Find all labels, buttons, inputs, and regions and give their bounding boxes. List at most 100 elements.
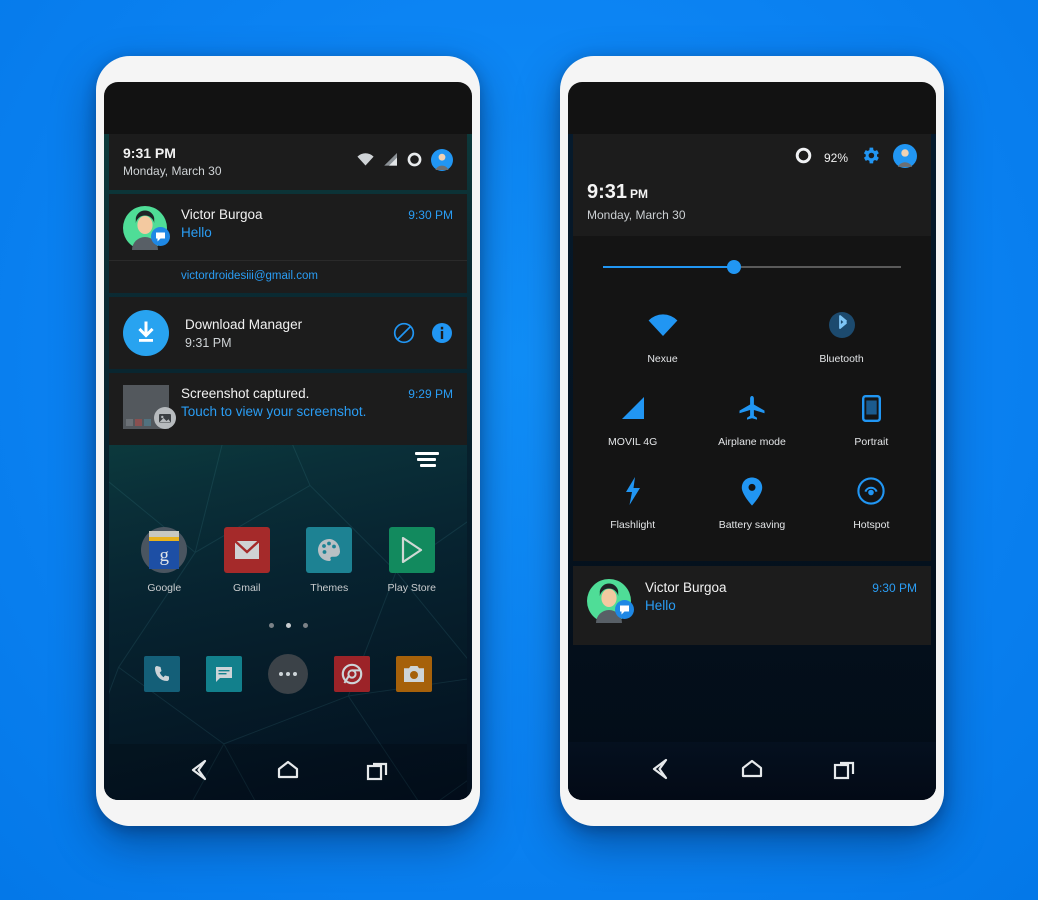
tile-label: Bluetooth xyxy=(819,353,864,365)
notification-shade: g Google Gmail Themes Play Store 9:31 PM… xyxy=(104,134,472,800)
tile-label: Airplane mode xyxy=(718,436,786,448)
google-icon: g xyxy=(141,527,188,573)
navigation-bar xyxy=(568,742,936,800)
user-avatar-icon[interactable] xyxy=(431,148,453,176)
left-phone-screen: g Google Gmail Themes Play Store 9:31 PM… xyxy=(104,82,472,800)
notification-email[interactable]: victordroidesiii@gmail.com xyxy=(109,260,467,293)
download-icon xyxy=(123,310,169,356)
home-screen: g Google Gmail Themes Play Store xyxy=(109,428,467,800)
tile-label: MOVIL 4G xyxy=(608,436,658,448)
notification-hangouts[interactable]: Victor Burgoa 9:30 PM Hello xyxy=(573,566,931,645)
recents-icon[interactable] xyxy=(365,759,391,786)
tile-label: Battery saving xyxy=(718,519,786,531)
tile-bluetooth[interactable]: Bluetooth xyxy=(752,298,931,381)
notification-subtitle: 9:31 PM xyxy=(185,335,232,350)
hotspot-icon xyxy=(812,476,931,506)
tile-label: Nexue xyxy=(647,353,678,365)
battery-circle-icon xyxy=(795,147,812,169)
location-pin-icon xyxy=(692,476,811,506)
tile-label: Flashlight xyxy=(610,519,656,531)
quick-settings-row-2: MOVIL 4G Airplane mode Portrait xyxy=(573,381,931,464)
page-indicator-dots xyxy=(109,623,467,628)
right-phone-frame: 92% 9:31 PM Monday, March 30 Nexue Bluet… xyxy=(560,56,944,826)
tile-label: Hotspot xyxy=(853,519,890,531)
image-badge-icon xyxy=(154,407,176,434)
notification-title: Victor Burgoa xyxy=(645,580,727,595)
tile-airplane-mode[interactable]: Airplane mode xyxy=(692,381,811,464)
gear-icon[interactable] xyxy=(860,145,881,171)
screenshot-thumbnail xyxy=(123,385,176,429)
quick-settings-row-1: Nexue Bluetooth xyxy=(573,298,931,381)
notification-download-manager[interactable]: Download Manager 9:31 PM xyxy=(109,297,467,369)
dock xyxy=(109,654,467,694)
dock-item-phone[interactable] xyxy=(144,656,180,692)
home-app-row: g Google Gmail Themes Play Store xyxy=(109,527,467,594)
app-label: Google xyxy=(147,582,182,594)
tile-hotspot[interactable]: Hotspot xyxy=(812,464,931,547)
playstore-icon xyxy=(388,527,435,573)
person-avatar-icon xyxy=(587,579,634,624)
quick-settings-panel: 92% 9:31 PM Monday, March 30 Nexue Bluet… xyxy=(568,134,936,800)
notification-time: 9:30 PM xyxy=(872,581,917,595)
status-time: 9:31 PM xyxy=(123,145,176,161)
home-icon[interactable] xyxy=(739,758,765,785)
tile-wifi[interactable]: Nexue xyxy=(573,298,752,381)
battery-percent: 92% xyxy=(823,151,848,165)
dock-item-messages[interactable] xyxy=(206,656,242,692)
gmail-icon xyxy=(223,527,270,573)
recents-icon[interactable] xyxy=(832,758,858,785)
quick-settings-inner: 92% 9:31 PM Monday, March 30 Nexue Bluet… xyxy=(573,134,931,645)
notification-time: 9:29 PM xyxy=(408,387,453,401)
app-label: Themes xyxy=(310,582,349,594)
dock-item-camera[interactable] xyxy=(396,656,432,692)
back-icon[interactable] xyxy=(185,759,211,786)
tile-cellular[interactable]: MOVIL 4G xyxy=(573,381,692,464)
cellular-icon xyxy=(573,393,692,423)
quick-settings-row-3: Flashlight Battery saving Hotspot xyxy=(573,464,931,547)
quick-settings-time: 9:31 PM xyxy=(587,181,649,203)
notification-time: 9:30 PM xyxy=(408,208,453,222)
app-play-store[interactable]: Play Store xyxy=(381,527,443,594)
left-phone-frame: g Google Gmail Themes Play Store 9:31 PM… xyxy=(96,56,480,826)
home-icon[interactable] xyxy=(275,759,301,786)
app-google[interactable]: g Google xyxy=(133,527,195,594)
hamburger-menu-icon[interactable] xyxy=(415,452,439,470)
rotation-icon xyxy=(812,393,931,423)
app-label: Play Store xyxy=(387,582,436,594)
hangouts-badge-icon xyxy=(151,227,170,251)
tile-battery-saving[interactable]: Battery saving xyxy=(692,464,811,547)
app-label: Gmail xyxy=(233,582,261,594)
bluetooth-icon xyxy=(752,310,931,340)
quick-settings-body: Nexue Bluetooth MOVIL 4G Airplane mode P… xyxy=(573,236,931,561)
info-icon[interactable] xyxy=(431,322,453,344)
wifi-icon xyxy=(357,153,374,171)
brightness-slider[interactable] xyxy=(603,260,901,274)
circle-icon xyxy=(407,152,422,172)
back-icon[interactable] xyxy=(646,758,672,785)
wifi-icon xyxy=(573,310,752,340)
notification-subtitle: Hello xyxy=(181,225,212,240)
notification-title: Download Manager xyxy=(185,316,303,332)
user-avatar-icon[interactable] xyxy=(893,143,917,173)
app-themes[interactable]: Themes xyxy=(298,527,360,594)
navigation-bar xyxy=(109,744,467,800)
notification-list: 9:31 PM Monday, March 30 Victor Burgoa 9… xyxy=(109,134,467,449)
person-avatar-icon xyxy=(123,206,170,251)
hangouts-badge-icon xyxy=(615,600,634,624)
dock-item-app-drawer[interactable] xyxy=(268,654,308,694)
status-date: Monday, March 30 xyxy=(123,164,222,178)
notification-screenshot[interactable]: Screenshot captured. 9:29 PM Touch to vi… xyxy=(109,373,467,445)
flashlight-icon xyxy=(573,476,692,506)
notification-hangouts[interactable]: Victor Burgoa 9:30 PM Hello victordroide… xyxy=(109,194,467,293)
notification-title: Screenshot captured. xyxy=(181,386,310,401)
tile-label: Portrait xyxy=(854,436,889,448)
notification-subtitle: Touch to view your screenshot. xyxy=(181,404,367,419)
tile-flashlight[interactable]: Flashlight xyxy=(573,464,692,547)
quick-settings-header: 92% 9:31 PM Monday, March 30 xyxy=(573,134,931,236)
dock-item-chrome[interactable] xyxy=(334,656,370,692)
app-gmail[interactable]: Gmail xyxy=(216,527,278,594)
airplane-icon xyxy=(692,393,811,423)
status-header-card: 9:31 PM Monday, March 30 xyxy=(109,134,467,190)
tile-portrait[interactable]: Portrait xyxy=(812,381,931,464)
cancel-icon[interactable] xyxy=(393,322,415,344)
